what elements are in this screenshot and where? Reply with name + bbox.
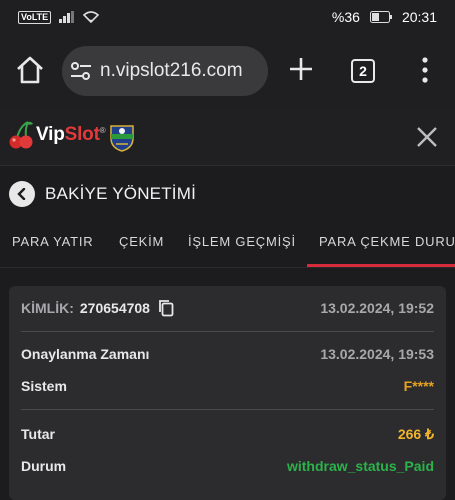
address-bar[interactable]: n.vipslot216.com [62, 46, 268, 96]
site-settings-icon[interactable] [70, 61, 92, 81]
registered-mark: ® [99, 126, 106, 135]
vipslot-logo[interactable]: VipSlot ® [8, 120, 106, 150]
brand-slot: Slot [64, 124, 100, 145]
tab-switcher-button[interactable]: 2 [351, 59, 375, 83]
created-at: 13.02.2024, 19:52 [320, 300, 434, 316]
divider [21, 409, 434, 410]
approved-label: Onaylanma Zamanı [21, 346, 150, 362]
tab-transaction-history[interactable]: İŞLEM GEÇMİŞİ [188, 234, 296, 249]
copy-icon[interactable] [158, 299, 174, 317]
approved-row: Onaylanma Zamanı 13.02.2024, 19:53 [21, 344, 434, 364]
clock: 20:31 [401, 9, 437, 25]
approved-at: 13.02.2024, 19:53 [320, 346, 434, 362]
system-row: Sistem F**** [21, 376, 434, 396]
site-header: VipSlot ® [0, 108, 455, 166]
url-text: n.vipslot216.com [100, 60, 243, 81]
more-options-icon[interactable] [418, 56, 432, 84]
back-button[interactable] [9, 181, 35, 207]
tab-deposit[interactable]: PARA YATIR [12, 234, 93, 249]
active-tab-indicator [307, 264, 455, 267]
volte-indicator: VoLTE [18, 10, 52, 24]
close-icon[interactable] [414, 124, 440, 150]
system-value: F**** [403, 378, 434, 394]
divider [21, 331, 434, 332]
id-value: 270654708 [79, 300, 150, 316]
amount-label: Tutar [21, 426, 55, 442]
signal-icon [59, 11, 75, 23]
status-label: Durum [21, 458, 67, 474]
status-bar: VoLTE %36 20:31 [0, 0, 455, 34]
browser-toolbar: n.vipslot216.com 2 [0, 34, 455, 108]
tab-withdraw[interactable]: ÇEKİM [119, 234, 164, 249]
status-value: withdraw_status_Paid [286, 458, 434, 474]
balance-tabs: PARA YATIR ÇEKİM İŞLEM GEÇMİŞİ PARA ÇEKM… [0, 222, 455, 268]
amount-row: Tutar 266 ₺ [21, 424, 434, 444]
battery-icon [369, 11, 392, 23]
battery-percent: %36 [331, 9, 360, 25]
page-title-row: BAKİYE YÖNETİMİ [0, 166, 455, 222]
withdrawal-card: KİMLİK: 270654708 13.02.2024, 19:52 Onay… [9, 286, 446, 500]
chevron-left-icon [17, 188, 26, 200]
home-icon[interactable] [14, 54, 46, 86]
new-tab-icon[interactable] [286, 54, 316, 84]
id-row: KİMLİK: 270654708 13.02.2024, 19:52 [21, 298, 434, 318]
system-label: Sistem [21, 378, 67, 394]
cherry-icon [9, 121, 33, 149]
tab-withdraw-status[interactable]: PARA ÇEKME DURUMU [319, 234, 455, 249]
page-title: BAKİYE YÖNETİMİ [45, 184, 197, 203]
id-label: KİMLİK: [21, 300, 74, 316]
amount-value: 266 ₺ [397, 425, 434, 442]
status-row: Durum withdraw_status_Paid [21, 456, 434, 476]
wifi-icon [83, 11, 100, 23]
brand-name: VipSlot [36, 124, 100, 146]
club-badge-icon [110, 125, 134, 152]
brand-vip: Vip [36, 124, 65, 145]
